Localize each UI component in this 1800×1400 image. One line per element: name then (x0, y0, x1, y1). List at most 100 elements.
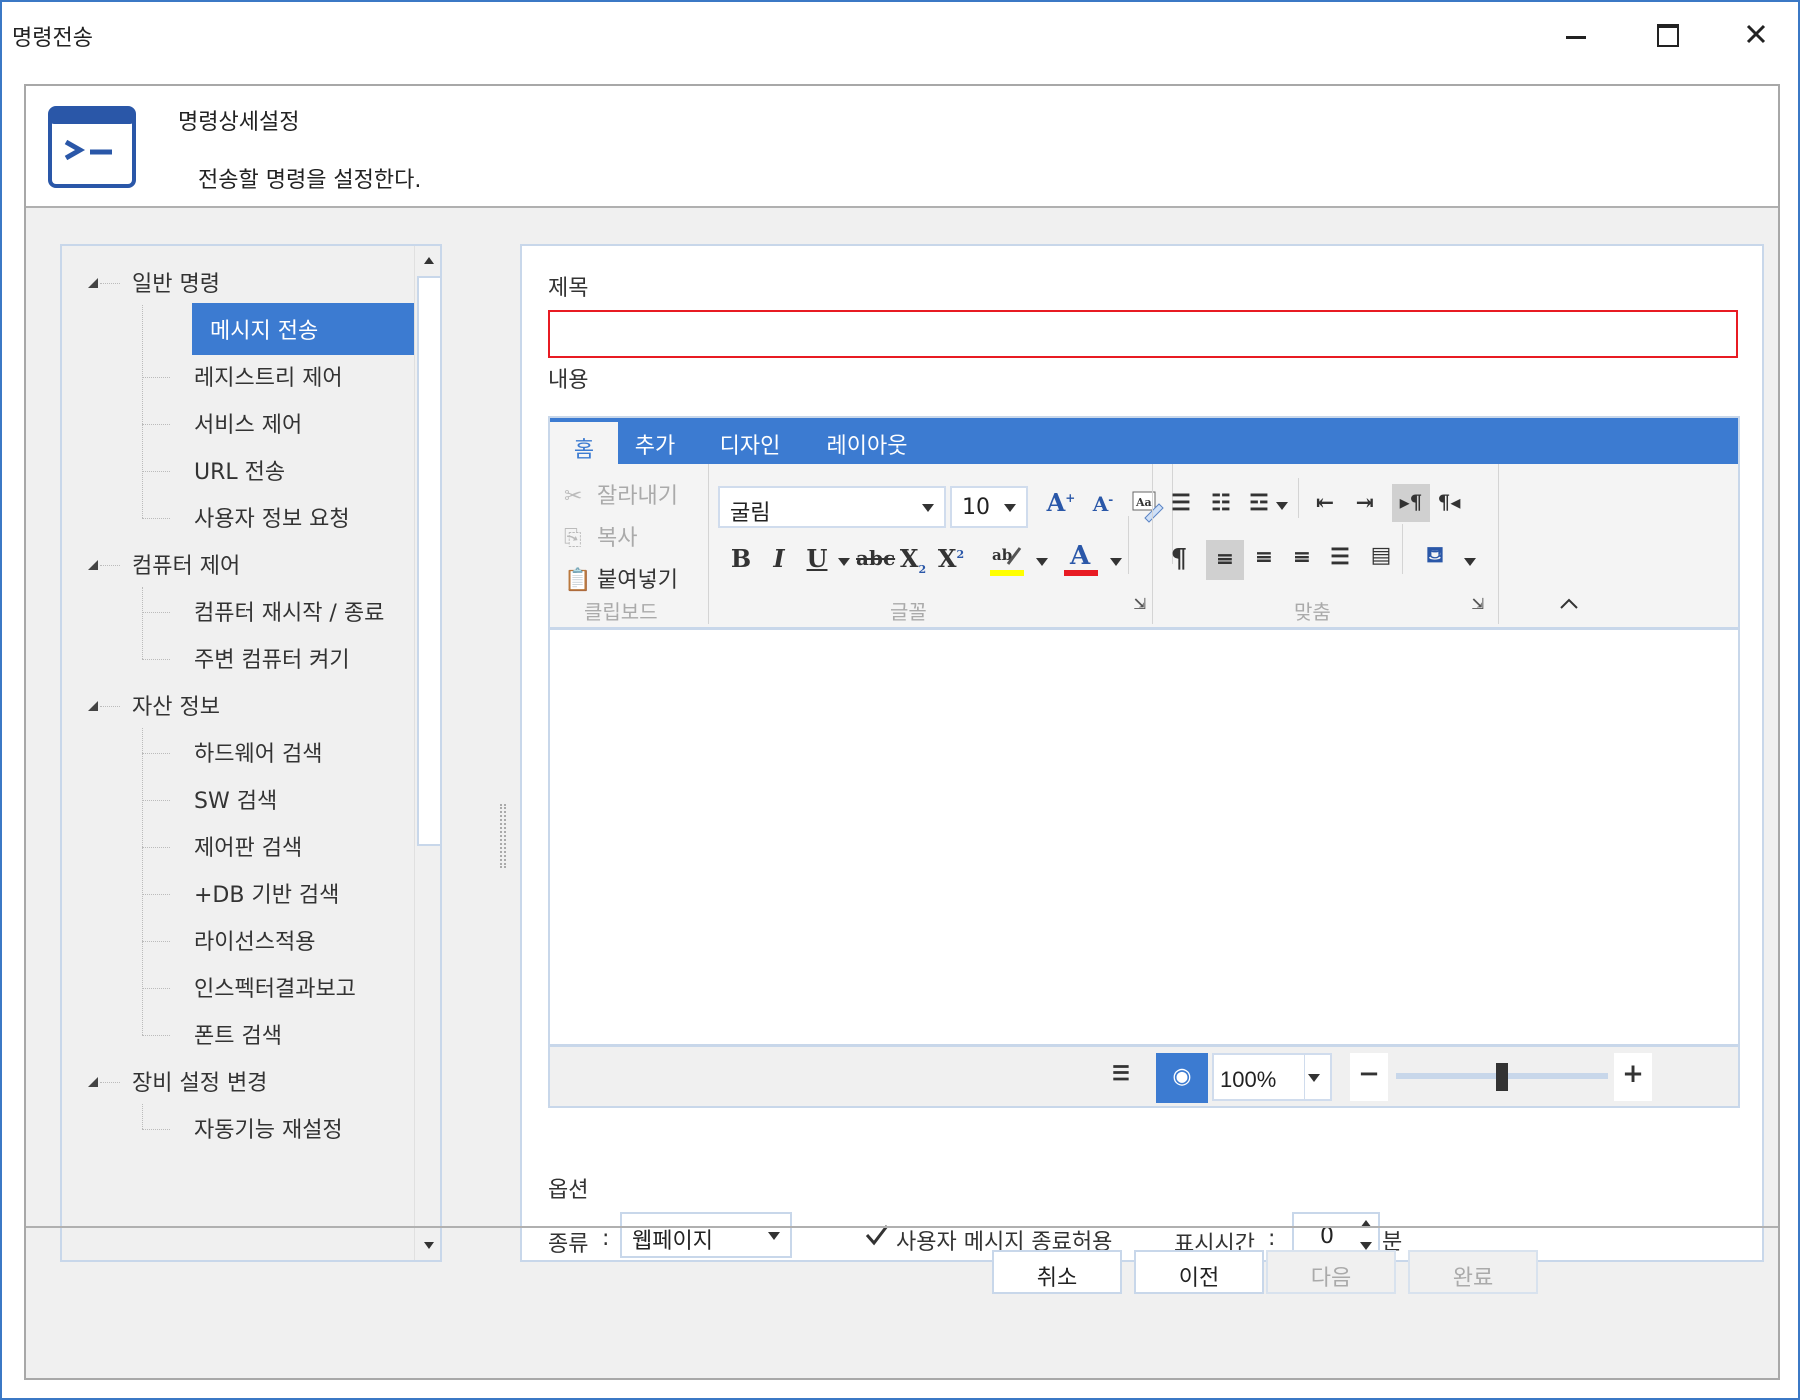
prev-button[interactable]: 이전 (1134, 1250, 1264, 1294)
splitter-grip[interactable] (500, 804, 506, 868)
rtl-icon[interactable]: ¶◂ (1432, 490, 1466, 514)
highlight-dropdown-icon[interactable] (1036, 558, 1048, 566)
subscript-icon[interactable]: X2 (898, 544, 928, 576)
tree-connector (142, 753, 170, 754)
shading-dropdown-icon[interactable] (1464, 558, 1476, 566)
close-button[interactable] (1734, 14, 1778, 54)
close-icon (1746, 24, 1766, 44)
font-size-select[interactable]: 10 (950, 486, 1028, 528)
tree-expander-icon[interactable] (88, 278, 98, 288)
align-center-icon[interactable]: ≡ (1248, 544, 1280, 570)
tree-item[interactable]: SW 검색 (176, 783, 295, 815)
scroll-down-button[interactable] (415, 1232, 440, 1260)
bold-icon[interactable]: B (726, 544, 756, 573)
zoom-slider[interactable] (1396, 1063, 1608, 1091)
tree-item[interactable]: 컴퓨터 재시작 / 종료 (176, 595, 402, 627)
bullet-list-icon[interactable]: ☰ (1166, 490, 1196, 516)
zoom-value: 100% (1220, 1067, 1277, 1092)
finish-button[interactable]: 완료 (1408, 1250, 1538, 1294)
tree-group[interactable]: 장비 설정 변경 (132, 1065, 267, 1097)
tree-scrollbar[interactable] (414, 246, 440, 1260)
scroll-thumb[interactable] (417, 276, 440, 846)
underline-dropdown-icon[interactable] (838, 558, 850, 566)
tree-item[interactable]: 자동기능 재설정 (176, 1112, 361, 1144)
show-formatting-icon[interactable]: ¶ (1164, 544, 1194, 574)
minimize-button[interactable] (1554, 14, 1598, 54)
tree-connector (142, 941, 170, 942)
multilevel-list-icon[interactable]: ☲ (1244, 490, 1274, 516)
command-tree: 일반 명령메시지 전송레지스트리 제어서비스 제어 URL 전송사용자 정보 요청… (60, 244, 442, 1262)
tree-group[interactable]: 일반 명령 (132, 266, 220, 298)
tree-item[interactable]: 하드웨어 검색 (176, 736, 340, 768)
next-button[interactable]: 다음 (1266, 1250, 1396, 1294)
tree-group[interactable]: 컴퓨터 제어 (132, 548, 240, 580)
title-input[interactable] (548, 310, 1738, 358)
content-editor-area[interactable] (550, 630, 1738, 1046)
scroll-up-button[interactable] (415, 246, 440, 274)
numbered-list-icon[interactable]: ☷ (1206, 490, 1236, 516)
font-color-dropdown-icon[interactable] (1110, 558, 1122, 566)
tree-item[interactable]: 서비스 제어 (176, 407, 320, 439)
zoom-out-button[interactable]: − (1350, 1053, 1388, 1101)
underline-icon[interactable]: U (802, 544, 832, 573)
chevron-down-icon (922, 504, 934, 512)
font-name-value: 굴림 (730, 501, 771, 526)
dialog-window: 명령전송 명령상세설정 전송할 명령을 설정한다. 일반 명령 메시지 전송 레지스… (0, 0, 1800, 1400)
tree-item[interactable]: 라이선스적용 (176, 924, 333, 956)
italic-icon[interactable]: I (764, 544, 794, 573)
font-dialog-launcher-icon[interactable]: ⇲ (1128, 594, 1152, 613)
shrink-font-icon[interactable]: A- (1086, 492, 1120, 516)
paragraph-dialog-launcher-icon[interactable]: ⇲ (1466, 594, 1490, 613)
align-left-icon[interactable]: ≡ (1206, 540, 1244, 580)
web-view-icon[interactable]: ◉ (1156, 1053, 1208, 1103)
tab-home[interactable]: 홈 (550, 418, 618, 464)
draft-view-icon[interactable]: ☰ (1106, 1061, 1136, 1085)
distribute-icon[interactable]: ▤ (1364, 542, 1398, 568)
tree-item[interactable]: 주변 컴퓨터 켜기 (176, 642, 368, 674)
zoom-select[interactable]: 100% (1212, 1053, 1332, 1101)
tree-item[interactable]: 인스펙터결과보고 (176, 971, 374, 1003)
collapse-ribbon-icon[interactable] (1554, 594, 1584, 618)
font-color-icon[interactable]: A (1064, 540, 1098, 584)
align-right-icon[interactable]: ≡ (1286, 544, 1318, 570)
clear-format-icon[interactable]: Aa (1128, 488, 1166, 528)
decrease-indent-icon[interactable]: ⇤ (1310, 490, 1340, 516)
font-name-select[interactable]: 굴림 (718, 486, 946, 528)
superscript-icon[interactable]: X2 (936, 544, 966, 573)
grow-font-icon[interactable]: A+ (1044, 488, 1078, 517)
tree-item[interactable]: URL 전송 (176, 454, 303, 486)
paste-button[interactable]: 📋 붙여넣기 (564, 562, 678, 594)
highlight-icon[interactable]: ab (990, 542, 1024, 582)
justify-icon[interactable]: ☰ (1324, 544, 1356, 570)
ltr-icon[interactable]: ▸¶ (1392, 484, 1430, 522)
tree-item[interactable]: 제어판 검색 (176, 830, 320, 862)
kind-select[interactable]: 웹페이지 (620, 1212, 792, 1258)
tree-item[interactable]: 폰트 검색 (176, 1018, 300, 1050)
tree-item[interactable]: 메시지 전송 (192, 303, 440, 355)
content-label: 내용 (548, 368, 589, 393)
tree-item[interactable]: +DB 기반 검색 (176, 877, 357, 909)
increase-indent-icon[interactable]: ⇥ (1350, 490, 1380, 516)
tab-design[interactable]: 디자인 (706, 418, 794, 464)
cut-button[interactable]: ✂ 잘라내기 (564, 478, 678, 510)
zoom-in-button[interactable]: + (1614, 1053, 1652, 1101)
header-subtitle: 전송할 명령을 설정한다. (198, 168, 422, 193)
tab-insert[interactable]: 추가 (620, 418, 690, 464)
strikethrough-icon[interactable]: abc (856, 546, 895, 570)
tree-expander-icon[interactable] (88, 560, 98, 570)
tree-expander-icon[interactable] (88, 701, 98, 711)
tab-layout[interactable]: 레이아웃 (812, 418, 922, 464)
tree-item[interactable]: 레지스트리 제어 (176, 360, 361, 392)
maximize-button[interactable] (1644, 14, 1688, 54)
tree-item[interactable]: 사용자 정보 요청 (176, 501, 368, 533)
zoom-slider-thumb[interactable] (1496, 1063, 1508, 1091)
chevron-down-icon (1308, 1074, 1320, 1082)
tree-group[interactable]: 자산 정보 (132, 689, 220, 721)
svg-text:A: A (1069, 541, 1091, 571)
multilevel-dropdown-icon[interactable] (1276, 502, 1288, 510)
tree-expander-icon[interactable] (88, 1077, 98, 1087)
tree-connector (142, 728, 143, 1035)
shading-icon[interactable]: ⛾ (1418, 542, 1452, 571)
cancel-button[interactable]: 취소 (992, 1250, 1122, 1294)
copy-button[interactable]: ⎘ 복사 (564, 520, 637, 552)
